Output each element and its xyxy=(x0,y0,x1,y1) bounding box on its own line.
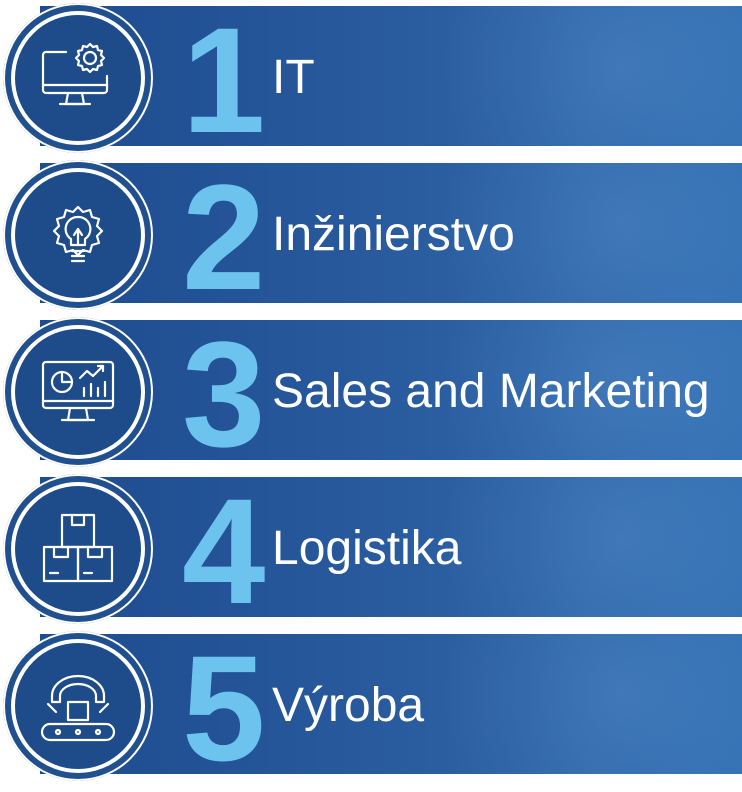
item-label: Sales and Marketing xyxy=(272,365,710,418)
icon-badge xyxy=(3,3,153,153)
item-label: Inžinierstvo xyxy=(272,208,515,261)
item-number: 5 xyxy=(182,624,265,792)
item-label: Logistika xyxy=(272,522,462,575)
list-item-inzinierstvo: 2 Inžinierstvo xyxy=(0,153,742,321)
icon-badge xyxy=(3,160,153,310)
list-item-it: 1 IT xyxy=(0,0,742,164)
item-label: IT xyxy=(272,51,315,104)
list-item-logistika: 4 Logistika xyxy=(0,467,742,635)
item-number: 1 xyxy=(182,0,265,164)
category-list: 1 IT 2 Inžinierstvo 3 Sales and Marketin… xyxy=(0,0,742,792)
icon-badge xyxy=(3,317,153,467)
list-item-vyroba: 5 Výroba xyxy=(0,624,742,792)
item-number: 3 xyxy=(182,310,265,478)
icon-badge xyxy=(3,631,153,781)
item-label: Výroba xyxy=(272,679,425,732)
item-number: 2 xyxy=(182,153,265,321)
list-item-sales-and-marketing: 3 Sales and Marketing xyxy=(0,310,742,478)
icon-badge xyxy=(3,474,153,624)
item-number: 4 xyxy=(182,467,265,635)
